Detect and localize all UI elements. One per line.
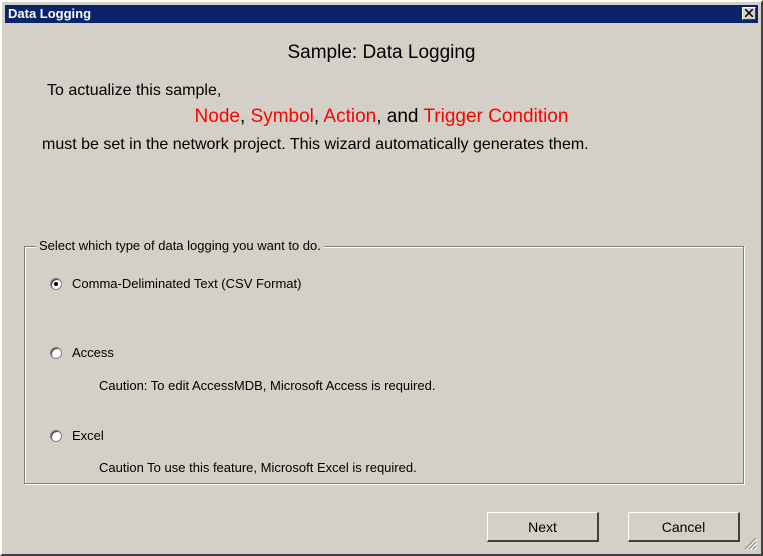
option-access[interactable]: Access — [50, 345, 114, 360]
next-button[interactable]: Next — [487, 512, 599, 542]
req-sep-3: , and — [376, 106, 424, 127]
requirements-line: Node, Symbol, Action, and Trigger Condit… — [2, 106, 761, 128]
csv-label: Comma-Deliminated Text (CSV Format) — [72, 276, 302, 291]
access-label: Access — [72, 345, 114, 360]
req-sep-2: , — [313, 106, 324, 127]
cancel-button[interactable]: Cancel — [628, 512, 740, 542]
intro-text: To actualize this sample, — [47, 82, 222, 99]
csv-radio[interactable] — [50, 277, 62, 290]
explanation-text: must be set in the network project. This… — [42, 136, 589, 153]
resize-grip-icon[interactable] — [743, 536, 757, 550]
req-node: Node — [194, 106, 240, 127]
dialog-window: Data Logging Sample: Data Logging To act… — [0, 0, 763, 556]
page-heading: Sample: Data Logging — [287, 42, 476, 63]
group-legend: Select which type of data logging you wa… — [36, 238, 324, 253]
excel-radio[interactable] — [50, 429, 62, 442]
title-bar[interactable]: Data Logging — [5, 5, 758, 23]
access-caution: Caution: To edit AccessMDB, Microsoft Ac… — [99, 378, 436, 393]
excel-label: Excel — [72, 428, 104, 443]
req-action: Action — [323, 106, 377, 127]
req-symbol: Symbol — [250, 106, 314, 127]
option-csv[interactable]: Comma-Deliminated Text (CSV Format) — [50, 276, 301, 291]
req-trigger-condition: Trigger Condition — [423, 106, 569, 127]
excel-caution: Caution To use this feature, Microsoft E… — [99, 460, 417, 475]
req-sep-1: , — [239, 106, 251, 127]
close-icon — [745, 9, 753, 17]
close-button[interactable] — [742, 7, 756, 20]
access-radio[interactable] — [50, 346, 62, 359]
option-excel[interactable]: Excel — [50, 428, 104, 443]
window-title: Data Logging — [8, 6, 92, 21]
